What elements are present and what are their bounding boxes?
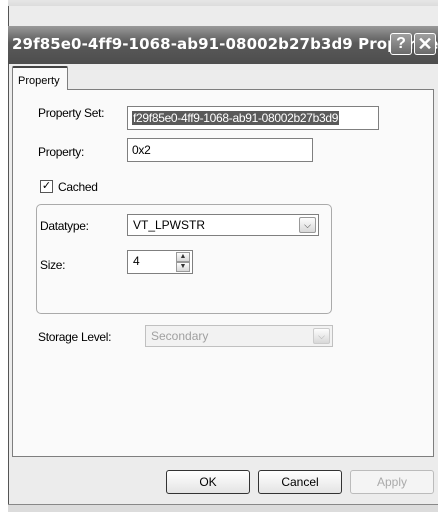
property-set-label: Property Set:: [38, 106, 105, 120]
property-field[interactable]: 0x2: [127, 138, 313, 162]
status-strip: [8, 504, 438, 512]
ok-button[interactable]: OK: [166, 470, 250, 494]
tab-property[interactable]: Property: [12, 66, 68, 90]
spin-down-icon[interactable]: ▼: [176, 262, 190, 272]
datatype-value: VT_LPWSTR: [133, 218, 206, 232]
chevron-down-icon: ⌵: [313, 328, 330, 344]
window-title: 29f85e0-4ff9-1068-ab91-08002b27b3d9 Prop…: [12, 35, 438, 53]
storage-level-select[interactable]: Secondary ⌵: [145, 325, 333, 347]
property-label: Property:: [38, 145, 84, 159]
check-icon: ✓: [41, 180, 52, 192]
cached-checkbox[interactable]: ✓: [40, 180, 53, 193]
size-stepper[interactable]: 4 ▲ ▼: [127, 250, 193, 274]
datatype-label: Datatype:: [40, 219, 89, 233]
storage-level-value: Secondary: [151, 329, 209, 343]
apply-button[interactable]: Apply: [350, 470, 434, 494]
close-button[interactable]: ✕: [414, 33, 436, 55]
close-icon: ✕: [417, 33, 433, 54]
storage-level-label: Storage Level:: [38, 330, 112, 344]
cancel-button[interactable]: Cancel: [258, 470, 342, 494]
spin-up-icon[interactable]: ▲: [176, 252, 190, 262]
property-value: 0x2: [132, 143, 151, 157]
datatype-select[interactable]: VT_LPWSTR ⌵: [127, 214, 319, 236]
chevron-down-icon[interactable]: ⌵: [299, 217, 316, 233]
property-set-field[interactable]: f29f85e0-4ff9-1068-ab91-08002b27b3d9: [127, 106, 379, 130]
property-set-value: f29f85e0-4ff9-1068-ab91-08002b27b3d9: [132, 111, 340, 125]
help-button[interactable]: ?: [390, 33, 412, 55]
title-bar[interactable]: 29f85e0-4ff9-1068-ab91-08002b27b3d9 Prop…: [8, 26, 438, 64]
size-value: 4: [133, 254, 140, 268]
help-icon: ?: [396, 35, 406, 52]
cached-label: Cached: [58, 180, 98, 194]
size-label: Size:: [40, 258, 66, 272]
